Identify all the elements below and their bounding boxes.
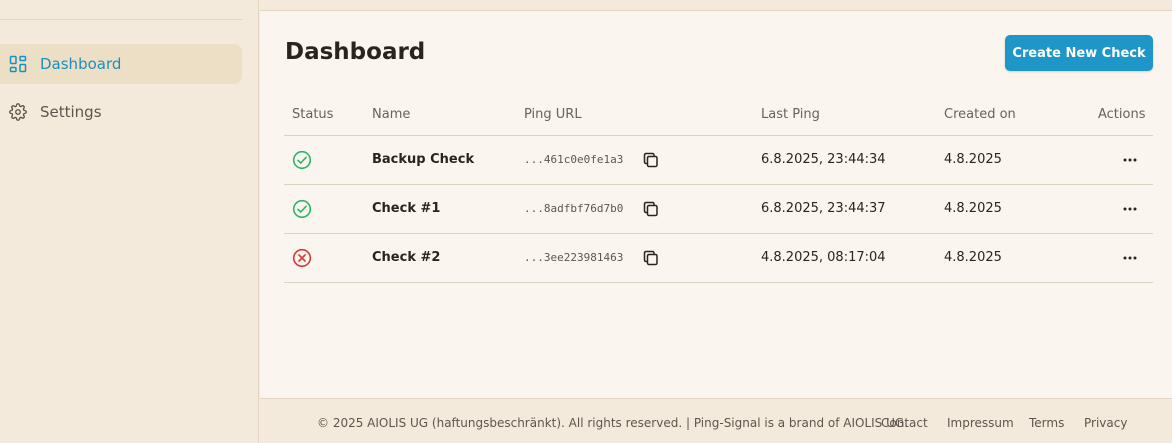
status-ok-icon [292, 199, 312, 219]
check-name: Check #2 [372, 250, 441, 265]
status-fail-icon [292, 248, 312, 268]
column-header-ping-url: Ping URL [524, 107, 582, 122]
check-name: Backup Check [372, 152, 475, 167]
check-name: Check #1 [372, 201, 441, 216]
more-actions-icon[interactable] [1120, 199, 1140, 219]
table-header: Status Name Ping URL Last Ping Created o… [284, 95, 1153, 136]
ping-url: ...3ee223981463 [524, 251, 624, 264]
sidebar-item-label: Dashboard [40, 55, 122, 73]
checks-table: Status Name Ping URL Last Ping Created o… [284, 95, 1153, 283]
top-bar [260, 0, 1172, 11]
footer: © 2025 AIOLIS UG (haftungsbeschränkt). A… [260, 398, 1172, 443]
column-header-name: Name [372, 107, 411, 122]
footer-link-impressum[interactable]: Impressum [947, 416, 1014, 430]
table-row: Backup Check ...461c0e0fe1a3 6.8.2025, 2… [284, 136, 1153, 185]
created-on: 4.8.2025 [944, 250, 1002, 265]
sidebar-item-label: Settings [40, 103, 102, 121]
dashboard-icon [8, 54, 28, 74]
page-title: Dashboard [285, 39, 426, 65]
status-ok-icon [292, 150, 312, 170]
sidebar-item-dashboard[interactable]: Dashboard [0, 44, 242, 84]
created-on: 4.8.2025 [944, 201, 1002, 216]
footer-link-terms[interactable]: Terms [1029, 416, 1064, 430]
footer-link-privacy[interactable]: Privacy [1084, 416, 1127, 430]
sidebar-divider [0, 19, 242, 20]
more-actions-icon[interactable] [1120, 150, 1140, 170]
ping-url: ...461c0e0fe1a3 [524, 153, 624, 166]
create-new-check-button[interactable]: Create New Check [1005, 35, 1153, 71]
main-content: Dashboard Create New Check Status Name P… [260, 11, 1172, 398]
column-header-last-ping: Last Ping [761, 107, 820, 122]
last-ping: 4.8.2025, 08:17:04 [761, 250, 886, 265]
created-on: 4.8.2025 [944, 152, 1002, 167]
table-row: Check #1 ...8adfbf76d7b0 6.8.2025, 23:44… [284, 185, 1153, 234]
footer-link-contact[interactable]: Contact [881, 416, 928, 430]
copy-icon[interactable] [642, 249, 660, 267]
sidebar: Dashboard Settings [0, 0, 259, 443]
more-actions-icon[interactable] [1120, 248, 1140, 268]
column-header-status: Status [292, 107, 334, 122]
copy-icon[interactable] [642, 200, 660, 218]
copyright-text: © 2025 AIOLIS UG (haftungsbeschränkt). A… [317, 416, 908, 430]
column-header-actions: Actions [1098, 107, 1146, 122]
ping-url: ...8adfbf76d7b0 [524, 202, 624, 215]
copy-icon[interactable] [642, 151, 660, 169]
gear-icon [8, 102, 28, 122]
sidebar-item-settings[interactable]: Settings [0, 92, 242, 132]
last-ping: 6.8.2025, 23:44:34 [761, 152, 886, 167]
table-row: Check #2 ...3ee223981463 4.8.2025, 08:17… [284, 234, 1153, 283]
column-header-created-on: Created on [944, 107, 1016, 122]
last-ping: 6.8.2025, 23:44:37 [761, 201, 886, 216]
